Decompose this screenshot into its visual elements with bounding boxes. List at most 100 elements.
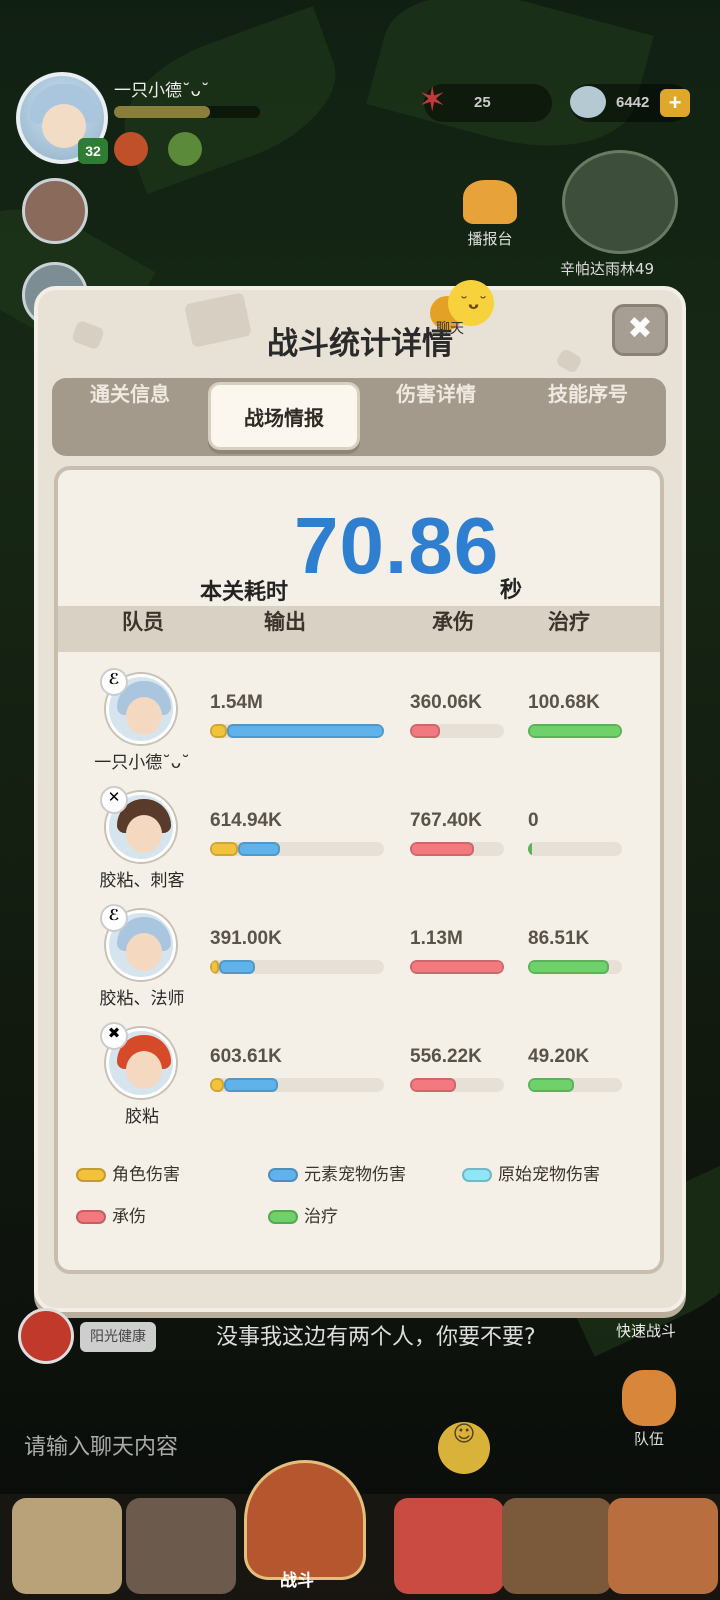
heal-value: 49.20K <box>528 1046 590 1067</box>
nav-item-shop[interactable] <box>608 1498 718 1594</box>
broadcast-label: 播报台 <box>467 230 513 248</box>
taken-bar <box>410 1078 504 1092</box>
taken-fill <box>410 1078 457 1092</box>
time-unit: 秒 <box>500 578 523 603</box>
buff-icon[interactable] <box>168 132 202 166</box>
teammate-avatar[interactable] <box>22 178 88 244</box>
tab-battle-intel[interactable]: 战场情报 <box>208 382 360 450</box>
output-value: 603.61K <box>210 1046 282 1067</box>
heal-fill <box>528 724 622 738</box>
output-bar <box>210 1078 384 1092</box>
chat-bubble-label: 聊天 <box>436 321 464 337</box>
starfish-icon: ✶ <box>418 80 447 120</box>
player-name: 一只小德˘ᴗ˘ <box>114 81 210 101</box>
chat-sender-avatar[interactable] <box>18 1308 74 1364</box>
legend-heal: 治疗 <box>268 1202 338 1227</box>
output-bar <box>210 842 384 856</box>
team-button[interactable]: 队伍 <box>622 1370 676 1449</box>
tab-skill-order[interactable]: 技能序号 <box>512 378 664 456</box>
dialog-title: 战斗统计详情 <box>267 326 453 362</box>
nav-item-hero[interactable] <box>126 1498 236 1594</box>
heal-value: 0 <box>528 810 539 831</box>
table-header: 队员 输出 承伤 治疗 <box>58 606 660 652</box>
tab-bar: 通关信息 战场情报 伤害详情 技能序号 <box>52 378 666 456</box>
minimap[interactable] <box>562 150 678 254</box>
nav-item-bear[interactable] <box>502 1498 612 1594</box>
buff-icon[interactable] <box>114 132 148 166</box>
time-value: 70.86 <box>294 501 500 590</box>
member-name: 胶粘、法师 <box>99 989 185 1009</box>
add-gem-button[interactable]: + <box>660 89 690 117</box>
output-elem-segment <box>227 724 384 738</box>
heal-fill <box>528 842 532 856</box>
column-member: 队员 <box>122 610 164 634</box>
close-button[interactable]: ✖ <box>612 304 668 356</box>
taken-fill <box>410 842 474 856</box>
nav-battle-label: 战斗 <box>280 1571 314 1591</box>
heal-fill <box>528 1078 575 1092</box>
heal-bar <box>528 842 622 856</box>
class-badge-icon: ✖ <box>100 1022 128 1050</box>
player-level-badge: 32 <box>78 138 108 164</box>
nav-item-character[interactable] <box>12 1498 122 1594</box>
output-elem-segment <box>218 960 256 974</box>
player-hp-bar <box>114 106 260 118</box>
nav-item-pet[interactable] <box>394 1498 504 1594</box>
legend-swatch <box>462 1168 492 1182</box>
column-taken: 承伤 <box>432 610 474 634</box>
table-row: ℰ 一只小德˘ᴗ˘ 1.54M 360.06K 100.68K <box>58 668 660 786</box>
nav-battle-button[interactable] <box>244 1460 366 1580</box>
tab-damage-details[interactable]: 伤害详情 <box>360 378 512 456</box>
chat-input[interactable]: 请输入聊天内容 <box>0 1420 440 1476</box>
map-label: 辛帕达雨林49 <box>560 260 655 278</box>
heal-bar <box>528 960 622 974</box>
quick-fight-button[interactable]: 快速战斗 <box>616 1320 676 1341</box>
class-badge-icon: ℰ <box>100 904 128 932</box>
table-row: ℰ 胶粘、法师 391.00K 1.13M 86.51K <box>58 904 660 1022</box>
table-row: ✖ 胶粘 603.61K 556.22K 49.20K <box>58 1022 660 1140</box>
member-face <box>126 933 162 971</box>
output-bar <box>210 960 384 974</box>
member-face <box>126 697 162 735</box>
output-value: 391.00K <box>210 928 282 949</box>
legend-swatch <box>76 1168 106 1182</box>
heal-bar <box>528 724 622 738</box>
chat-message: 没事我这边有两个人，你要不要? <box>216 1325 536 1350</box>
member-name: 胶粘 <box>125 1107 159 1127</box>
member-name: 一只小德˘ᴗ˘ <box>94 753 190 773</box>
taken-value: 767.40K <box>410 810 482 831</box>
time-label: 本关耗时 <box>200 580 289 605</box>
tab-clear-info[interactable]: 通关信息 <box>54 378 206 456</box>
table-row: ✕ 胶粘、刺客 614.94K 767.40K 0 <box>58 786 660 904</box>
legend-primal-pet-damage: 原始宠物伤害 <box>462 1160 600 1185</box>
star-resource: ✶ 25 <box>418 80 552 122</box>
broadcast-button[interactable]: 播报台 <box>450 180 530 249</box>
taken-value: 1.13M <box>410 928 463 949</box>
output-elem-segment <box>237 842 280 856</box>
gem-icon <box>570 86 606 118</box>
legend-role-damage: 角色伤害 <box>76 1160 180 1185</box>
team-icon <box>622 1370 676 1426</box>
member-name: 胶粘、刺客 <box>99 871 185 891</box>
gem-resource-value: 6442 <box>616 94 650 111</box>
team-label: 队伍 <box>633 1430 664 1448</box>
heal-value: 86.51K <box>528 928 590 949</box>
output-role-segment <box>210 842 238 856</box>
legend-swatch <box>268 1168 298 1182</box>
class-badge-icon: ℰ <box>100 668 128 696</box>
output-value: 1.54M <box>210 692 263 713</box>
member-face <box>126 1051 162 1089</box>
stats-panel: 本关耗时 70.86 秒 队员 输出 承伤 治疗 ℰ 一只小德˘ᴗ˘ 1.54M 36… <box>54 466 664 1274</box>
legend-damage-taken: 承伤 <box>76 1202 146 1227</box>
output-role-segment <box>210 960 219 974</box>
member-face <box>126 815 162 853</box>
taken-value: 556.22K <box>410 1046 482 1067</box>
legend: 角色伤害 元素宠物伤害 原始宠物伤害 承伤 治疗 <box>76 1160 646 1260</box>
heal-bar <box>528 1078 622 1092</box>
output-value: 614.94K <box>210 810 282 831</box>
battle-stats-dialog: 战斗统计详情 ˘ᴗ˘ 聊天 ✖ 通关信息 战场情报 伤害详情 技能序号 本关耗时… <box>34 280 686 1312</box>
taken-bar <box>410 724 504 738</box>
emoji-button[interactable]: ☺ <box>438 1422 490 1474</box>
class-badge-icon: ✕ <box>100 786 128 814</box>
chat-sender-tag: 阳光健康 <box>80 1322 156 1352</box>
